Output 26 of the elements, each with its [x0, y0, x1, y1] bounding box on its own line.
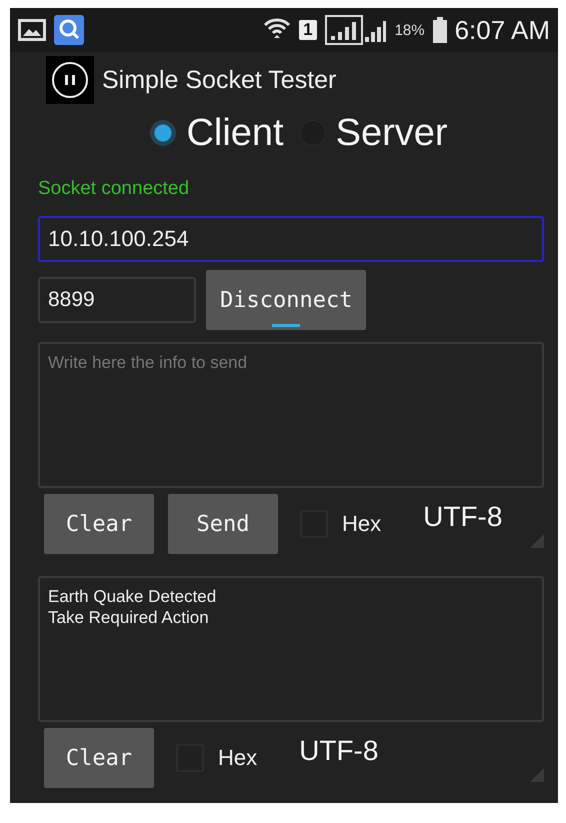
image-icon — [18, 19, 46, 41]
sim-indicator: 1 — [299, 20, 317, 40]
search-icon — [54, 15, 84, 45]
dropdown-corner-icon — [530, 534, 544, 548]
app-logo-icon — [46, 56, 94, 104]
hex-label: Hex — [218, 745, 258, 771]
send-button[interactable]: Send — [168, 494, 278, 554]
mode-radio[interactable]: Server — [294, 112, 454, 154]
signal-icon — [324, 15, 387, 45]
host-field[interactable]: 10.10.100.254 — [38, 216, 544, 262]
hex-label: Hex — [342, 511, 382, 537]
battery-icon — [432, 17, 447, 43]
received-text-area[interactable]: Earth Quake Detected Take Required Action — [38, 576, 544, 722]
clear-button[interactable]: Clear — [44, 728, 154, 788]
connection-status: Socket connected — [38, 178, 190, 200]
disconnect-button[interactable]: Disconnect — [206, 270, 366, 330]
app-title: Simple Socket Tester — [102, 66, 336, 94]
send-text-area[interactable]: Write here the info to send — [38, 342, 544, 488]
encoding-dropdown[interactable]: UTF-8 — [287, 728, 544, 788]
dropdown-corner-icon — [530, 768, 544, 782]
encoding-dropdown[interactable]: UTF-8 — [411, 494, 544, 554]
mode-radio[interactable]: Client — [144, 112, 290, 154]
clock-time: 6:07 AM — [454, 14, 550, 46]
clear-button[interactable]: Clear — [44, 494, 154, 554]
battery-percent: 18% — [394, 22, 425, 38]
port-field[interactable]: 8899 — [38, 277, 196, 323]
